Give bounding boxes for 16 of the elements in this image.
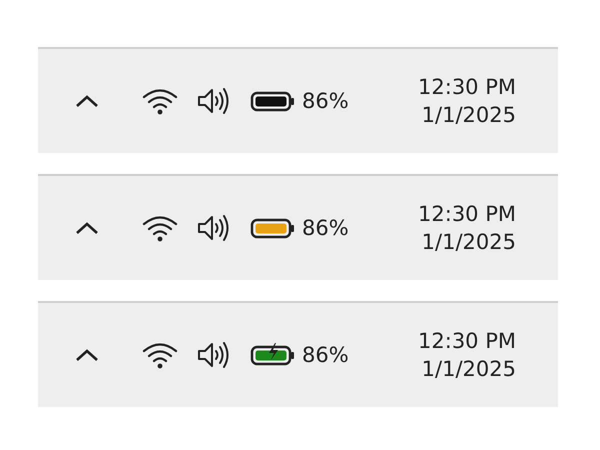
battery-percent: 86% [302, 343, 349, 367]
chevron-up-icon[interactable] [74, 347, 100, 363]
clock-date[interactable]: 1/1/2025 [422, 103, 516, 127]
wifi-icon[interactable] [142, 214, 178, 242]
chevron-up-icon[interactable] [74, 220, 100, 236]
clock-time[interactable]: 12:30 PM [418, 329, 516, 353]
battery-icon[interactable] [250, 342, 296, 368]
wifi-icon[interactable] [142, 341, 178, 369]
wifi-icon[interactable] [142, 87, 178, 115]
clock-date[interactable]: 1/1/2025 [422, 357, 516, 381]
clock-time[interactable]: 12:30 PM [418, 202, 516, 226]
battery-percent: 86% [302, 216, 349, 240]
clock-date[interactable]: 1/1/2025 [422, 230, 516, 254]
clock-time[interactable]: 12:30 PM [418, 75, 516, 99]
chevron-up-icon[interactable] [74, 93, 100, 109]
battery-percent: 86% [302, 89, 349, 113]
